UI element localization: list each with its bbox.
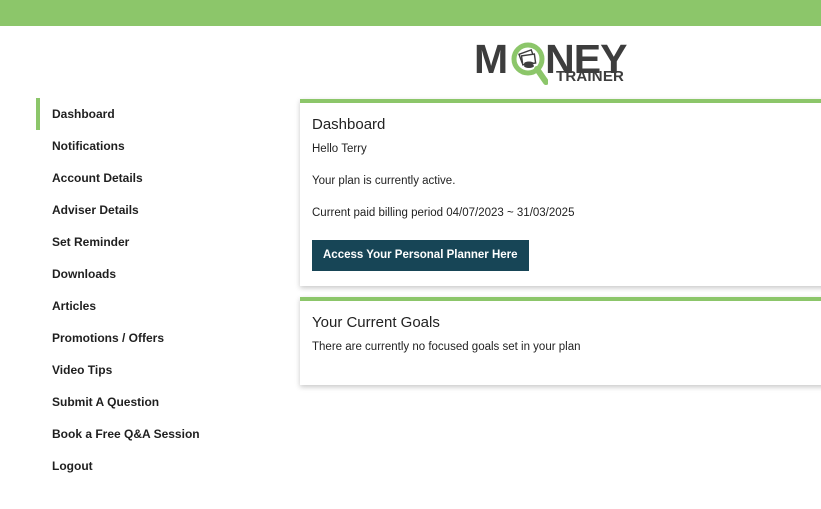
sidebar-item-account-details[interactable]: Account Details bbox=[36, 162, 266, 194]
sidebar-item-set-reminder[interactable]: Set Reminder bbox=[36, 226, 266, 258]
money-trainer-logo[interactable]: M NEY TRAINER bbox=[474, 36, 639, 88]
logo-subtitle: TRAINER bbox=[556, 68, 625, 85]
sidebar-item-logout[interactable]: Logout bbox=[36, 450, 266, 482]
billing-period-text: Current paid billing period 04/07/2023 ~… bbox=[312, 207, 575, 219]
sidebar-item-video-tips[interactable]: Video Tips bbox=[36, 354, 266, 386]
dashboard-card: Dashboard Hello Terry Your plan is curre… bbox=[300, 99, 821, 286]
goals-card: Your Current Goals There are currently n… bbox=[300, 297, 821, 385]
sidebar-nav: Dashboard Notifications Account Details … bbox=[36, 98, 266, 482]
personal-planner-button[interactable]: Access Your Personal Planner Here bbox=[312, 240, 529, 271]
greeting-text: Hello Terry bbox=[312, 143, 367, 155]
goals-empty-message: There are currently no focused goals set… bbox=[312, 341, 581, 353]
sidebar-item-book-qa-session[interactable]: Book a Free Q&A Session bbox=[36, 418, 266, 450]
sidebar-item-submit-question[interactable]: Submit A Question bbox=[36, 386, 266, 418]
magnifier-money-icon bbox=[511, 42, 548, 85]
sidebar-item-promotions-offers[interactable]: Promotions / Offers bbox=[36, 322, 266, 354]
dashboard-title: Dashboard bbox=[312, 116, 386, 133]
goals-title: Your Current Goals bbox=[312, 314, 440, 331]
sidebar-item-notifications[interactable]: Notifications bbox=[36, 130, 266, 162]
sidebar-item-downloads[interactable]: Downloads bbox=[36, 258, 266, 290]
sidebar-item-dashboard[interactable]: Dashboard bbox=[36, 98, 266, 130]
sidebar-item-adviser-details[interactable]: Adviser Details bbox=[36, 194, 266, 226]
top-banner bbox=[0, 0, 821, 26]
sidebar-item-articles[interactable]: Articles bbox=[36, 290, 266, 322]
plan-status-text: Your plan is currently active. bbox=[312, 175, 456, 187]
